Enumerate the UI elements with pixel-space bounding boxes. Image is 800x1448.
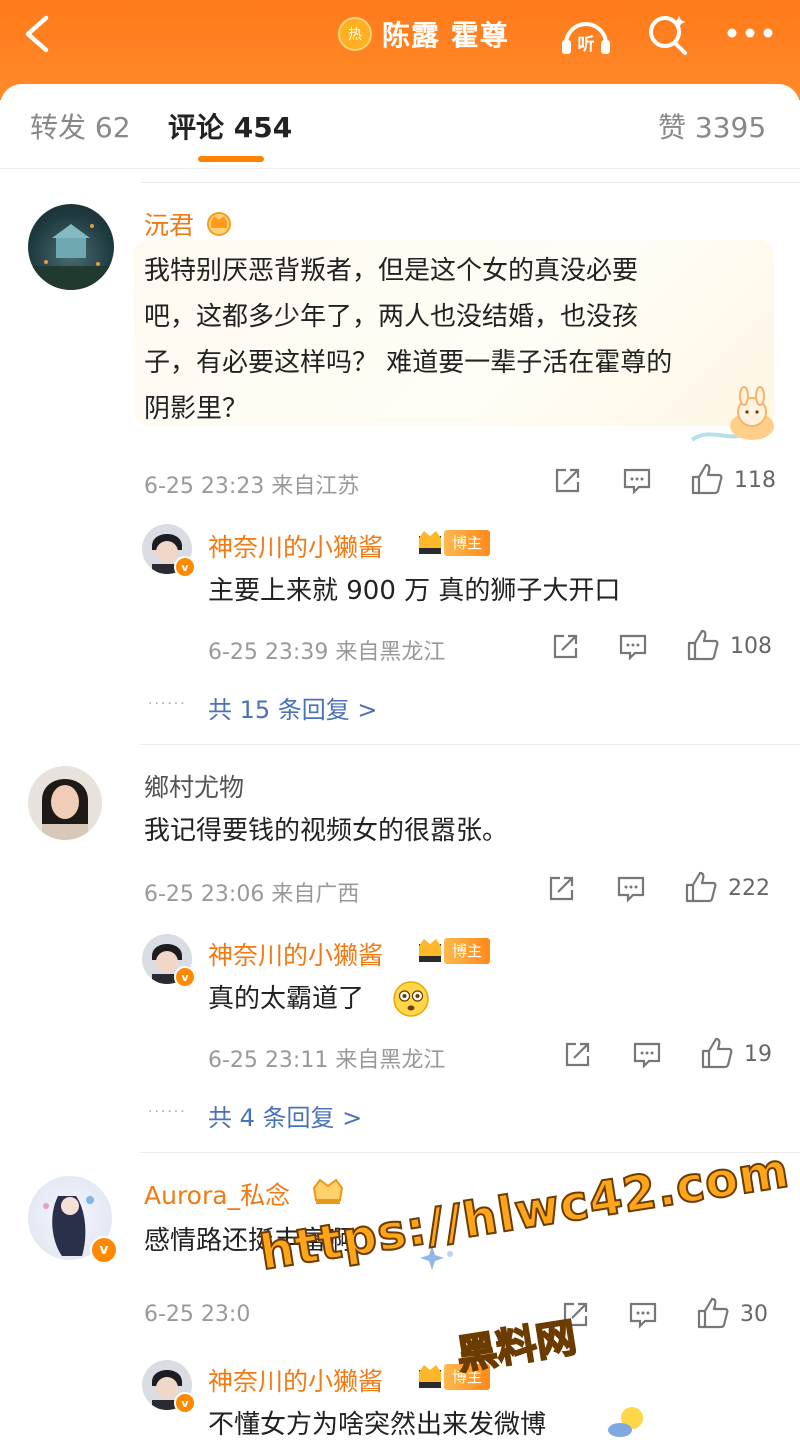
comment-icon[interactable] [622, 466, 652, 496]
comment-meta: 6-25 23:23 来自江苏 [144, 474, 360, 499]
active-tab-indicator [198, 156, 264, 162]
comment-username[interactable]: Aurora_私念 [144, 1176, 290, 1212]
reply-username[interactable]: 神奈川的小獭酱 [208, 1362, 383, 1398]
more-options-icon[interactable] [726, 26, 774, 40]
watermark-url: https://hlwc42.com [255, 1141, 794, 1282]
hot-badge: 热 [338, 17, 372, 51]
reply-username[interactable]: 神奈川的小獭酱 [208, 936, 383, 972]
avatar[interactable] [28, 766, 102, 840]
comment-text-line: 吧，这都多少年了，两人也没结婚，也没孩 [144, 302, 639, 332]
replies-divider-dots: ······ [148, 1104, 187, 1120]
verified-badge-icon: v [174, 1392, 196, 1414]
replies-divider-dots: ······ [148, 696, 187, 712]
person-avatar-icon [42, 779, 88, 840]
blogger-tag: 博主 [444, 938, 491, 964]
like-count: 30 [740, 1302, 768, 1327]
verified-badge-icon: v [90, 1236, 118, 1264]
like-icon[interactable] [696, 1296, 730, 1330]
view-more-replies-link[interactable]: 共 4 条回复 > [208, 1098, 362, 1133]
tab-comments[interactable]: 评论 454 [168, 106, 292, 146]
like-count: 118 [734, 468, 776, 493]
crown-badge-icon [419, 1365, 441, 1388]
back-arrow-icon[interactable] [18, 12, 58, 56]
search-icon[interactable] [646, 12, 690, 56]
like-count: 222 [728, 876, 770, 901]
like-icon[interactable] [700, 1036, 734, 1070]
share-icon[interactable] [552, 466, 582, 496]
tab-repost[interactable]: 转发 62 [30, 106, 131, 146]
divider [140, 1152, 800, 1153]
comment-text-line: 我特别厌恶背叛者，但是这个女的真没必要 [144, 256, 639, 286]
comment-icon[interactable] [632, 1040, 662, 1070]
tab-bar: 转发 62 评论 454 赞 3395 [0, 84, 800, 169]
comment-icon[interactable] [618, 632, 648, 662]
crown-badge-icon [207, 212, 231, 236]
like-icon[interactable] [690, 462, 724, 496]
avatar[interactable] [28, 204, 114, 290]
comment-username[interactable]: 沅君 [144, 206, 194, 242]
tab-likes[interactable]: 赞 3395 [658, 106, 766, 146]
view-more-replies-link[interactable]: 共 15 条回复 > [208, 690, 378, 725]
verified-badge-icon: v [174, 966, 196, 988]
comment-text: 我记得要钱的视频女的很嚣张。 [144, 816, 509, 846]
reply-text: 不懂女方为啥突然出来发微博 [208, 1410, 547, 1440]
crown-badge-icon [419, 531, 441, 554]
watermark-site-name: 黑料网 [453, 1314, 581, 1380]
like-icon[interactable] [686, 628, 720, 662]
topic-title[interactable]: 热 陈露 霍尊 [338, 14, 509, 54]
comment-username[interactable]: 鄉村尤物 [144, 768, 244, 804]
crown-badge-icon [419, 939, 441, 962]
flushed-emoji-icon [393, 981, 429, 1017]
like-count: 19 [744, 1042, 772, 1067]
emoji-icon [608, 1407, 643, 1437]
reply-meta: 6-25 23:11 来自黑龙江 [208, 1048, 446, 1073]
divider [140, 182, 800, 183]
blogger-tag: 博主 [444, 530, 491, 556]
comment-meta: 6-25 23:06 来自广西 [144, 882, 360, 907]
like-icon[interactable] [684, 870, 718, 904]
comment-icon[interactable] [616, 874, 646, 904]
svg-text:听: 听 [578, 34, 595, 55]
reply-username[interactable]: 神奈川的小獭酱 [208, 528, 383, 564]
comment-meta: 6-25 23:0 [144, 1302, 251, 1327]
page-title: 陈露 霍尊 [382, 19, 509, 52]
share-icon[interactable] [562, 1040, 592, 1070]
listen-icon[interactable]: 听 [558, 12, 614, 58]
verified-badge-icon: v [174, 556, 196, 578]
reply-meta: 6-25 23:39 来自黑龙江 [208, 640, 446, 665]
comment-icon[interactable] [628, 1300, 658, 1330]
crown-badge-icon [312, 1178, 344, 1204]
avatar-scene-icon [28, 224, 114, 290]
reply-text: 真的太霸道了 [208, 984, 365, 1014]
comment-text-line: 子，有必要这样吗？ 难道要一辈子活在霍尊的 [144, 348, 673, 378]
share-icon[interactable] [546, 874, 576, 904]
reply-text: 主要上来就 900 万 真的狮子大开口 [208, 576, 621, 606]
share-icon[interactable] [550, 632, 580, 662]
divider [140, 744, 800, 745]
like-count: 108 [730, 634, 772, 659]
comment-text-line: 阴影里？ [144, 394, 249, 424]
